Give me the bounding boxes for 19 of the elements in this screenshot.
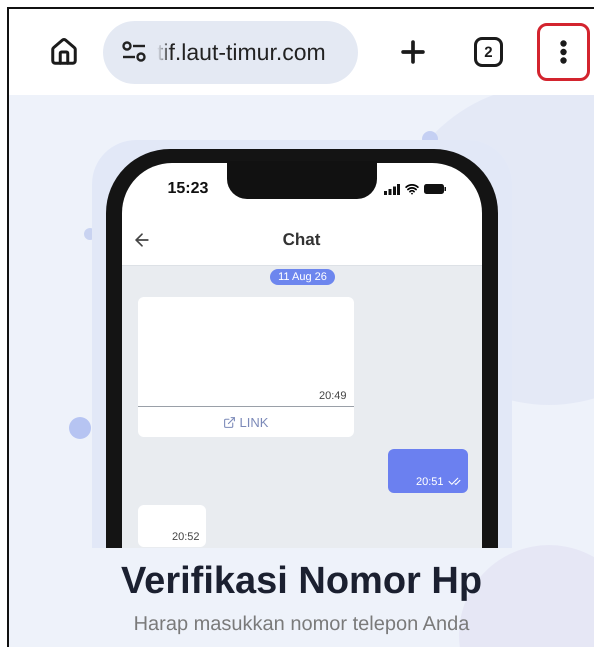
- address-bar[interactable]: tif.laut-timur.com: [103, 20, 358, 84]
- chat-title: Chat: [282, 230, 320, 250]
- message-time: 20:49: [318, 390, 346, 402]
- url-text: tif.laut-timur.com: [157, 38, 326, 66]
- battery-icon: [424, 184, 446, 194]
- tab-count[interactable]: 2: [474, 37, 503, 67]
- page-heading: Verifikasi Nomor Hp: [120, 560, 482, 603]
- status-time: 15:23: [168, 180, 208, 198]
- decorative-circle: [69, 417, 91, 439]
- external-link-icon: [222, 416, 236, 428]
- more-icon: [560, 40, 567, 64]
- menu-button[interactable]: [536, 23, 590, 81]
- page-subtitle: Harap masukkan nomor telepon Anda: [134, 613, 470, 636]
- tune-icon: [121, 41, 147, 63]
- message-time: 20:51: [416, 476, 444, 488]
- message-time: 20:52: [172, 531, 200, 543]
- signal-icon: [384, 184, 400, 194]
- wifi-icon: [404, 182, 418, 196]
- date-chip: 11 Aug 26: [270, 269, 335, 285]
